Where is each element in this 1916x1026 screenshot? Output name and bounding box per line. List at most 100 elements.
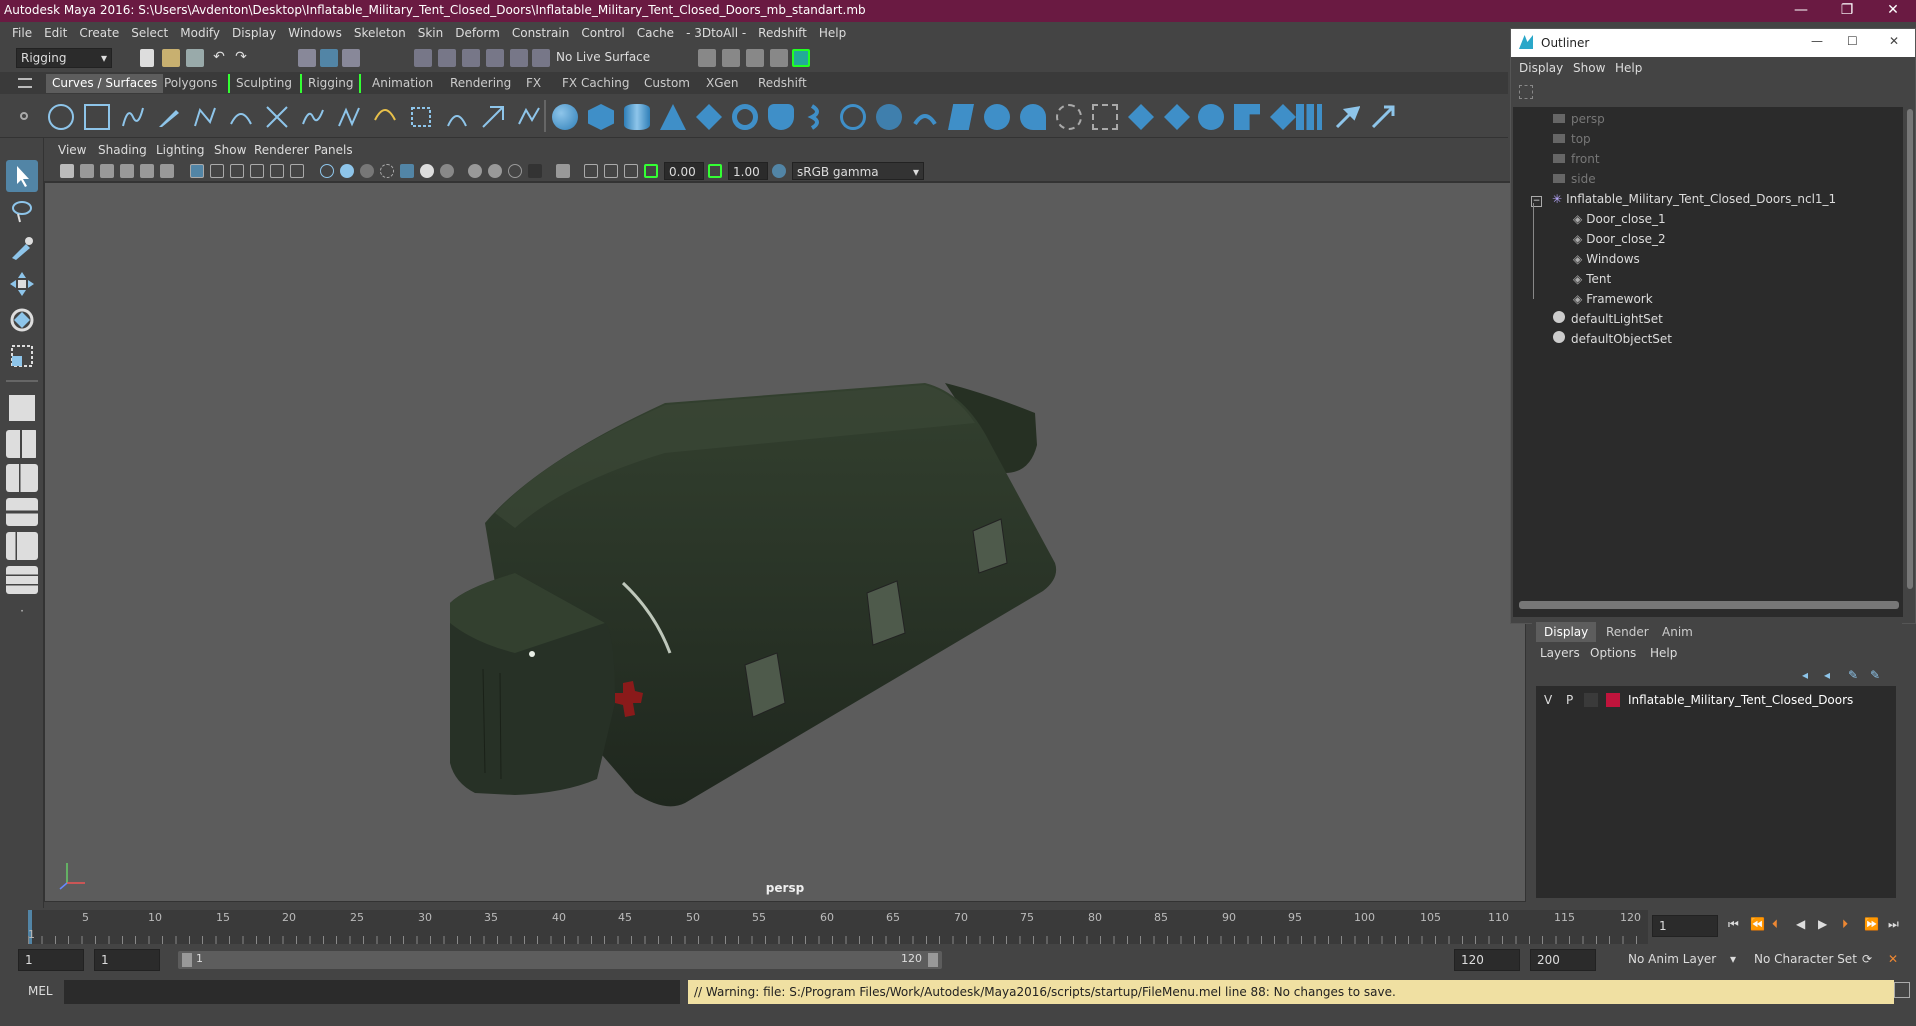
layers-menu-help[interactable]: Help — [1644, 642, 1683, 664]
new-scene-icon[interactable] — [140, 49, 154, 67]
outliner-horizontal-scrollbar[interactable] — [1519, 601, 1899, 609]
tab-polygons[interactable]: Polygons — [158, 74, 223, 93]
snap-surface-icon[interactable] — [510, 49, 528, 67]
command-input[interactable] — [64, 980, 680, 1004]
exposure-field[interactable]: 0.00 — [664, 162, 704, 180]
tab-display[interactable]: Display — [1536, 622, 1597, 642]
square-surface-icon[interactable] — [1020, 104, 1046, 130]
step-forward-key-icon[interactable]: ⏩ — [1864, 917, 1879, 931]
snap-grid-icon[interactable] — [414, 49, 432, 67]
ep-curve-icon[interactable] — [192, 104, 218, 130]
scene-end-field[interactable]: 200 — [1530, 949, 1596, 971]
loft-icon[interactable] — [840, 104, 866, 130]
paint-select-tool-icon[interactable] — [6, 232, 38, 264]
layer-visibility-toggle[interactable]: V — [1544, 690, 1552, 710]
menu-set-dropdown[interactable]: Rigging ▾ — [16, 48, 112, 68]
move-tool-icon[interactable] — [6, 268, 38, 300]
scale-tool-icon[interactable] — [6, 340, 38, 372]
intersect-surfaces-icon[interactable] — [1164, 104, 1190, 130]
hypershade-layout-icon[interactable] — [6, 532, 38, 560]
outliner-menu-help[interactable]: Help — [1609, 57, 1648, 79]
reverse-curve-icon[interactable] — [480, 104, 506, 130]
persp-outliner-layout-icon[interactable] — [6, 464, 38, 492]
shelf-menu-icon[interactable] — [18, 78, 32, 88]
offset-curve-icon[interactable] — [444, 104, 470, 130]
sculpt-surface-icon[interactable] — [1334, 104, 1360, 130]
tab-sculpting[interactable]: Sculpting — [228, 74, 298, 93]
render-view-icon[interactable] — [770, 49, 788, 67]
trim-tool-icon[interactable] — [1198, 104, 1224, 130]
nurbs-square-icon[interactable] — [84, 104, 110, 130]
shelf-settings-icon[interactable] — [20, 112, 28, 120]
rebuild-curve-icon[interactable] — [516, 104, 542, 130]
lasso-tool-icon[interactable] — [6, 196, 38, 228]
persp-graph-layout-icon[interactable] — [6, 498, 38, 526]
play-forward-icon[interactable]: ▶ — [1818, 917, 1827, 931]
tab-fx[interactable]: FX — [520, 74, 547, 93]
tab-rendering[interactable]: Rendering — [444, 74, 517, 93]
resolution-gate-icon[interactable] — [230, 164, 244, 178]
anti-aliasing-icon[interactable] — [508, 164, 522, 178]
layer-type-toggle[interactable] — [1584, 693, 1598, 707]
isolate-select-icon[interactable] — [556, 164, 570, 178]
outliner-item[interactable]: front — [1553, 149, 1600, 169]
rotate-tool-icon[interactable] — [6, 304, 38, 336]
single-perspective-layout-icon[interactable] — [6, 392, 38, 424]
camera-icon[interactable] — [60, 164, 74, 178]
play-backward-icon[interactable]: ◀ — [1796, 917, 1805, 931]
planar-icon[interactable] — [876, 104, 902, 130]
camera-attributes-icon[interactable] — [80, 164, 94, 178]
viewport-menu-shading[interactable]: Shading — [92, 140, 153, 160]
redshift-render-icon[interactable] — [792, 49, 810, 67]
render-settings-icon[interactable] — [698, 49, 716, 67]
tab-render[interactable]: Render — [1598, 622, 1657, 642]
playback-end-field[interactable]: 120 — [1454, 949, 1520, 971]
go-to-start-icon[interactable]: ⏮ — [1728, 917, 1739, 932]
snap-point-icon[interactable] — [462, 49, 480, 67]
go-to-end-icon[interactable]: ⏭ — [1888, 917, 1899, 932]
four-view-layout-icon[interactable] — [6, 430, 38, 458]
tent-model[interactable] — [45, 183, 1527, 903]
outliner-filter-icon[interactable] — [1519, 85, 1533, 99]
layers-menu-layers[interactable]: Layers — [1534, 642, 1586, 664]
minimize-icon[interactable]: — — [1811, 34, 1823, 48]
step-back-frame-icon[interactable]: ⏴ — [1772, 917, 1778, 932]
snap-vertex-icon[interactable] — [532, 49, 550, 67]
close-button[interactable]: ✕ — [1870, 0, 1916, 22]
wireframe-on-shaded-icon[interactable] — [360, 164, 374, 178]
auto-key-icon[interactable]: ⟳ — [1862, 952, 1872, 966]
layer-color-swatch[interactable] — [1606, 693, 1620, 707]
bezier-curve-icon[interactable] — [228, 104, 254, 130]
viewport-menu-view[interactable]: View — [52, 140, 92, 160]
shadows-icon[interactable] — [440, 164, 454, 178]
menu-display[interactable]: Display — [226, 22, 282, 44]
time-slider[interactable]: 1 5 10 15 20 25 30 35 40 45 50 55 60 65 … — [0, 908, 1916, 946]
script-mode-label[interactable]: MEL — [28, 984, 53, 998]
tab-rigging[interactable]: Rigging — [300, 74, 362, 93]
detach-surfaces-icon[interactable] — [1296, 104, 1322, 130]
surface-edit-icon[interactable] — [1370, 104, 1396, 130]
nurbs-cube-icon[interactable] — [588, 104, 614, 130]
outliner-item[interactable]: ◈ Door_close_2 — [1573, 229, 1666, 249]
more-layouts-icon[interactable]: · — [6, 602, 38, 624]
outliner-item[interactable]: ◈ Door_close_1 — [1573, 209, 1666, 229]
save-scene-icon[interactable] — [186, 49, 204, 67]
menu-constrain[interactable]: Constrain — [506, 22, 576, 44]
layer-row[interactable]: V P Inflatable_Military_Tent_Closed_Door… — [1536, 690, 1896, 710]
curve-intersect-icon[interactable] — [264, 104, 290, 130]
nurbs-cylinder-icon[interactable] — [624, 104, 650, 130]
outliner-item[interactable]: ◈ Tent — [1573, 269, 1611, 289]
exposure-icon[interactable] — [644, 164, 658, 178]
outliner-item[interactable]: ◈ Framework — [1573, 289, 1653, 309]
menu-modify[interactable]: Modify — [174, 22, 226, 44]
tab-fx-caching[interactable]: FX Caching — [556, 74, 635, 93]
select-object-icon[interactable] — [320, 49, 338, 67]
viewport-menu-panels[interactable]: Panels — [308, 140, 359, 160]
pencil-curve-icon[interactable] — [156, 104, 182, 130]
image-plane-icon[interactable] — [120, 164, 134, 178]
new-layer-icon[interactable]: ✎ — [1848, 668, 1858, 682]
gamma-field[interactable]: 1.00 — [728, 162, 768, 180]
redo-icon[interactable]: ↷ — [232, 49, 250, 67]
select-tool-icon[interactable] — [6, 160, 38, 192]
cv-curve-icon[interactable] — [120, 104, 146, 130]
